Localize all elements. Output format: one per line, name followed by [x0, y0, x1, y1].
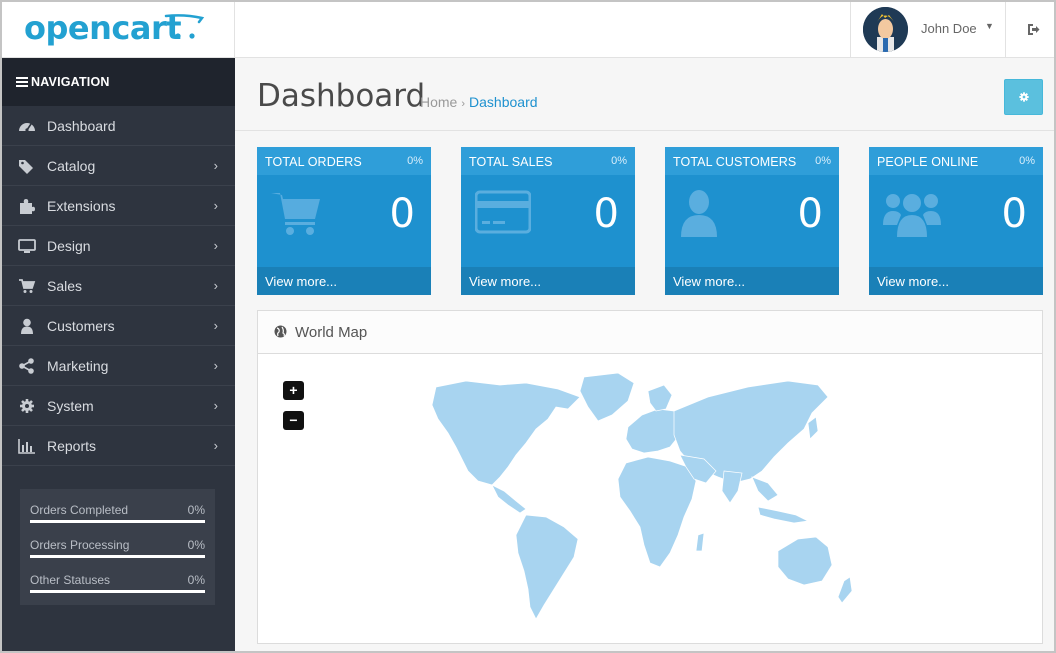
chevron-right-icon: ›: [213, 398, 218, 413]
bar-chart-icon: [18, 439, 35, 454]
breadcrumb-home[interactable]: Home: [420, 94, 457, 110]
status-orders-completed: Orders Completed 0%: [30, 489, 205, 524]
sidebar-item-design[interactable]: Design ›: [2, 226, 235, 266]
top-header: opencart John Doe ▼: [2, 2, 1054, 58]
map-region-south-america: [515, 514, 579, 620]
world-map-header: World Map: [258, 311, 1042, 354]
tile-people-online: PEOPLE ONLINE 0% 0 View more...: [869, 147, 1043, 295]
sidebar: NAVIGATION Dashboard Catalog › Extension…: [2, 58, 235, 651]
map-region-greenland: [579, 372, 635, 422]
world-map-panel: World Map + −: [257, 310, 1043, 644]
tile-total-sales: TOTAL SALES 0% 0 View more...: [461, 147, 635, 295]
gear-icon: [1019, 92, 1029, 102]
progress-bar: [30, 555, 205, 558]
map-region-japan: [807, 416, 819, 440]
sidebar-item-system[interactable]: System ›: [2, 386, 235, 426]
dashboard-icon: [19, 123, 35, 132]
sidebar-item-customers[interactable]: Customers ›: [2, 306, 235, 346]
user-icon: [681, 190, 717, 237]
sidebar-item-reports[interactable]: Reports ›: [2, 426, 235, 466]
view-more-link[interactable]: View more...: [461, 267, 635, 295]
zoom-out-button[interactable]: −: [283, 411, 304, 430]
tile-total-orders: TOTAL ORDERS 0% 0 View more...: [257, 147, 431, 295]
chevron-right-icon: ›: [213, 198, 218, 213]
puzzle-icon: [20, 199, 35, 214]
hamburger-icon: [16, 77, 28, 87]
logout-button[interactable]: [1005, 2, 1054, 58]
logo-cart-icon: [164, 14, 205, 39]
tile-value: 0: [389, 191, 415, 237]
map-region-scandinavia: [647, 384, 673, 412]
sign-out-icon: [1028, 24, 1040, 35]
map-region-madagascar: [695, 532, 705, 552]
status-orders-processing: Orders Processing 0%: [30, 524, 205, 559]
tile-percent: 0%: [815, 155, 831, 167]
tile-percent: 0%: [1019, 155, 1035, 167]
cart-icon: [19, 279, 36, 293]
tags-icon: [19, 160, 33, 174]
chevron-right-icon: ›: [213, 358, 218, 373]
chevron-right-icon: ›: [213, 278, 218, 293]
logo-area[interactable]: opencart: [2, 2, 235, 58]
cart-icon: [271, 193, 320, 235]
app-window: opencart John Doe ▼ NAVIGATION Dashboard…: [0, 0, 1056, 653]
tile-value: 0: [593, 191, 619, 237]
caret-down-icon: ▼: [985, 21, 994, 31]
view-more-link[interactable]: View more...: [257, 267, 431, 295]
monitor-icon: [18, 239, 36, 253]
user-menu[interactable]: John Doe ▼: [850, 2, 1005, 58]
sidebar-item-dashboard[interactable]: Dashboard: [2, 106, 235, 146]
user-name: John Doe: [921, 21, 977, 36]
zoom-in-button[interactable]: +: [283, 381, 304, 400]
map-region-australia: [777, 536, 833, 586]
chevron-right-icon: ›: [213, 238, 218, 253]
globe-icon: [274, 325, 287, 338]
map-region-africa: [617, 456, 697, 568]
chevron-right-icon: ›: [213, 438, 218, 453]
tile-total-customers: TOTAL CUSTOMERS 0% 0 View more...: [665, 147, 839, 295]
map-region-north-america: [431, 380, 581, 486]
page-title: Dashboard: [257, 78, 426, 114]
breadcrumb-separator: ›: [461, 98, 466, 110]
tile-value: 0: [797, 191, 823, 237]
breadcrumb: Home › Dashboard: [420, 94, 538, 110]
map-region-new-zealand: [837, 576, 853, 604]
sidebar-item-catalog[interactable]: Catalog ›: [2, 146, 235, 186]
sidebar-item-marketing[interactable]: Marketing ›: [2, 346, 235, 386]
map-region-india: [721, 470, 743, 504]
world-map[interactable]: [408, 367, 878, 622]
credit-card-icon: [475, 190, 531, 234]
view-more-link[interactable]: View more...: [665, 267, 839, 295]
users-icon: [883, 194, 941, 237]
logo: opencart: [24, 9, 182, 47]
chevron-right-icon: ›: [213, 158, 218, 173]
progress-bar: [30, 520, 205, 523]
gear-icon: [20, 399, 34, 413]
tile-percent: 0%: [407, 155, 423, 167]
map-region-indonesia: [757, 506, 810, 524]
world-map-title: World Map: [295, 324, 368, 341]
share-icon: [19, 358, 34, 374]
settings-button[interactable]: [1004, 79, 1043, 115]
tile-percent: 0%: [611, 155, 627, 167]
map-region-southeast-asia: [751, 476, 779, 502]
map-region-central-america: [491, 484, 527, 514]
view-more-link[interactable]: View more...: [869, 267, 1043, 295]
tile-value: 0: [1001, 191, 1027, 237]
chevron-right-icon: ›: [213, 318, 218, 333]
order-status-summary: Orders Completed 0% Orders Processing 0%…: [20, 489, 215, 605]
status-other-statuses: Other Statuses 0%: [30, 559, 205, 594]
breadcrumb-current[interactable]: Dashboard: [469, 94, 538, 110]
page-header: Dashboard Home › Dashboard: [235, 58, 1054, 131]
avatar: [863, 7, 908, 52]
progress-bar: [30, 590, 205, 593]
nav-title: NAVIGATION: [2, 58, 235, 106]
user-icon: [21, 318, 33, 334]
sidebar-item-extensions[interactable]: Extensions ›: [2, 186, 235, 226]
sidebar-item-sales[interactable]: Sales ›: [2, 266, 235, 306]
main-content: Dashboard Home › Dashboard TOTAL ORDERS 0% …: [235, 58, 1054, 651]
